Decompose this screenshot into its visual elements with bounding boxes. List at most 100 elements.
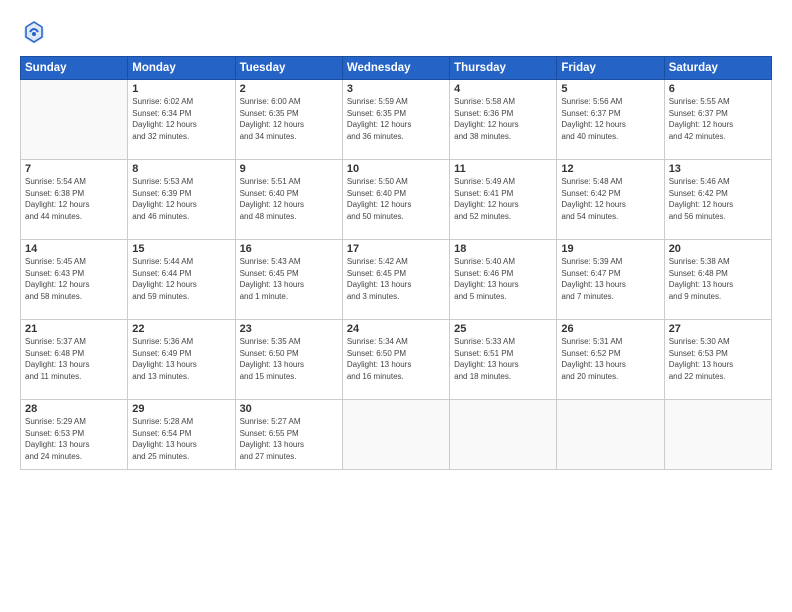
calendar-cell: 18Sunrise: 5:40 AM Sunset: 6:46 PM Dayli… bbox=[450, 240, 557, 320]
calendar-cell: 8Sunrise: 5:53 AM Sunset: 6:39 PM Daylig… bbox=[128, 160, 235, 240]
calendar-cell: 29Sunrise: 5:28 AM Sunset: 6:54 PM Dayli… bbox=[128, 400, 235, 470]
calendar-cell: 17Sunrise: 5:42 AM Sunset: 6:45 PM Dayli… bbox=[342, 240, 449, 320]
day-info: Sunrise: 5:27 AM Sunset: 6:55 PM Dayligh… bbox=[240, 416, 338, 462]
day-info: Sunrise: 5:42 AM Sunset: 6:45 PM Dayligh… bbox=[347, 256, 445, 302]
calendar-week-row: 1Sunrise: 6:02 AM Sunset: 6:34 PM Daylig… bbox=[21, 80, 772, 160]
calendar-cell: 28Sunrise: 5:29 AM Sunset: 6:53 PM Dayli… bbox=[21, 400, 128, 470]
calendar-week-row: 21Sunrise: 5:37 AM Sunset: 6:48 PM Dayli… bbox=[21, 320, 772, 400]
logo bbox=[20, 18, 52, 46]
day-number: 4 bbox=[454, 83, 552, 95]
weekday-header-friday: Friday bbox=[557, 57, 664, 80]
day-number: 18 bbox=[454, 243, 552, 255]
day-info: Sunrise: 5:46 AM Sunset: 6:42 PM Dayligh… bbox=[669, 176, 767, 222]
calendar-cell: 4Sunrise: 5:58 AM Sunset: 6:36 PM Daylig… bbox=[450, 80, 557, 160]
calendar-cell: 2Sunrise: 6:00 AM Sunset: 6:35 PM Daylig… bbox=[235, 80, 342, 160]
day-info: Sunrise: 5:39 AM Sunset: 6:47 PM Dayligh… bbox=[561, 256, 659, 302]
weekday-header-monday: Monday bbox=[128, 57, 235, 80]
calendar-cell: 14Sunrise: 5:45 AM Sunset: 6:43 PM Dayli… bbox=[21, 240, 128, 320]
calendar-cell: 24Sunrise: 5:34 AM Sunset: 6:50 PM Dayli… bbox=[342, 320, 449, 400]
day-number: 21 bbox=[25, 323, 123, 335]
day-info: Sunrise: 5:29 AM Sunset: 6:53 PM Dayligh… bbox=[25, 416, 123, 462]
day-info: Sunrise: 5:31 AM Sunset: 6:52 PM Dayligh… bbox=[561, 336, 659, 382]
weekday-header-saturday: Saturday bbox=[664, 57, 771, 80]
calendar-cell: 21Sunrise: 5:37 AM Sunset: 6:48 PM Dayli… bbox=[21, 320, 128, 400]
calendar-cell: 20Sunrise: 5:38 AM Sunset: 6:48 PM Dayli… bbox=[664, 240, 771, 320]
calendar-cell: 12Sunrise: 5:48 AM Sunset: 6:42 PM Dayli… bbox=[557, 160, 664, 240]
day-info: Sunrise: 5:55 AM Sunset: 6:37 PM Dayligh… bbox=[669, 96, 767, 142]
page-header bbox=[20, 18, 772, 46]
day-number: 29 bbox=[132, 403, 230, 415]
day-info: Sunrise: 6:00 AM Sunset: 6:35 PM Dayligh… bbox=[240, 96, 338, 142]
day-number: 7 bbox=[25, 163, 123, 175]
day-info: Sunrise: 5:44 AM Sunset: 6:44 PM Dayligh… bbox=[132, 256, 230, 302]
day-info: Sunrise: 5:40 AM Sunset: 6:46 PM Dayligh… bbox=[454, 256, 552, 302]
day-number: 19 bbox=[561, 243, 659, 255]
calendar-week-row: 7Sunrise: 5:54 AM Sunset: 6:38 PM Daylig… bbox=[21, 160, 772, 240]
day-info: Sunrise: 5:28 AM Sunset: 6:54 PM Dayligh… bbox=[132, 416, 230, 462]
calendar-cell: 9Sunrise: 5:51 AM Sunset: 6:40 PM Daylig… bbox=[235, 160, 342, 240]
logo-icon bbox=[20, 18, 48, 46]
day-info: Sunrise: 5:59 AM Sunset: 6:35 PM Dayligh… bbox=[347, 96, 445, 142]
day-number: 12 bbox=[561, 163, 659, 175]
day-info: Sunrise: 5:45 AM Sunset: 6:43 PM Dayligh… bbox=[25, 256, 123, 302]
day-number: 6 bbox=[669, 83, 767, 95]
day-number: 17 bbox=[347, 243, 445, 255]
calendar-cell: 30Sunrise: 5:27 AM Sunset: 6:55 PM Dayli… bbox=[235, 400, 342, 470]
day-number: 22 bbox=[132, 323, 230, 335]
day-info: Sunrise: 5:30 AM Sunset: 6:53 PM Dayligh… bbox=[669, 336, 767, 382]
calendar-cell: 19Sunrise: 5:39 AM Sunset: 6:47 PM Dayli… bbox=[557, 240, 664, 320]
calendar-cell: 15Sunrise: 5:44 AM Sunset: 6:44 PM Dayli… bbox=[128, 240, 235, 320]
day-info: Sunrise: 5:49 AM Sunset: 6:41 PM Dayligh… bbox=[454, 176, 552, 222]
calendar-table: SundayMondayTuesdayWednesdayThursdayFrid… bbox=[20, 56, 772, 470]
day-info: Sunrise: 5:35 AM Sunset: 6:50 PM Dayligh… bbox=[240, 336, 338, 382]
calendar-cell bbox=[342, 400, 449, 470]
weekday-header-sunday: Sunday bbox=[21, 57, 128, 80]
day-number: 8 bbox=[132, 163, 230, 175]
day-info: Sunrise: 6:02 AM Sunset: 6:34 PM Dayligh… bbox=[132, 96, 230, 142]
weekday-header-row: SundayMondayTuesdayWednesdayThursdayFrid… bbox=[21, 57, 772, 80]
calendar-cell bbox=[664, 400, 771, 470]
day-number: 24 bbox=[347, 323, 445, 335]
day-info: Sunrise: 5:34 AM Sunset: 6:50 PM Dayligh… bbox=[347, 336, 445, 382]
day-info: Sunrise: 5:54 AM Sunset: 6:38 PM Dayligh… bbox=[25, 176, 123, 222]
day-info: Sunrise: 5:51 AM Sunset: 6:40 PM Dayligh… bbox=[240, 176, 338, 222]
day-info: Sunrise: 5:43 AM Sunset: 6:45 PM Dayligh… bbox=[240, 256, 338, 302]
day-number: 23 bbox=[240, 323, 338, 335]
day-number: 30 bbox=[240, 403, 338, 415]
day-info: Sunrise: 5:38 AM Sunset: 6:48 PM Dayligh… bbox=[669, 256, 767, 302]
day-info: Sunrise: 5:48 AM Sunset: 6:42 PM Dayligh… bbox=[561, 176, 659, 222]
calendar-cell: 5Sunrise: 5:56 AM Sunset: 6:37 PM Daylig… bbox=[557, 80, 664, 160]
calendar-cell bbox=[557, 400, 664, 470]
day-number: 1 bbox=[132, 83, 230, 95]
calendar-cell: 7Sunrise: 5:54 AM Sunset: 6:38 PM Daylig… bbox=[21, 160, 128, 240]
calendar-cell: 10Sunrise: 5:50 AM Sunset: 6:40 PM Dayli… bbox=[342, 160, 449, 240]
day-info: Sunrise: 5:53 AM Sunset: 6:39 PM Dayligh… bbox=[132, 176, 230, 222]
day-number: 16 bbox=[240, 243, 338, 255]
calendar-cell: 16Sunrise: 5:43 AM Sunset: 6:45 PM Dayli… bbox=[235, 240, 342, 320]
calendar-cell: 27Sunrise: 5:30 AM Sunset: 6:53 PM Dayli… bbox=[664, 320, 771, 400]
calendar-cell: 26Sunrise: 5:31 AM Sunset: 6:52 PM Dayli… bbox=[557, 320, 664, 400]
calendar-cell bbox=[21, 80, 128, 160]
day-info: Sunrise: 5:37 AM Sunset: 6:48 PM Dayligh… bbox=[25, 336, 123, 382]
day-number: 27 bbox=[669, 323, 767, 335]
day-number: 9 bbox=[240, 163, 338, 175]
calendar-cell bbox=[450, 400, 557, 470]
day-info: Sunrise: 5:33 AM Sunset: 6:51 PM Dayligh… bbox=[454, 336, 552, 382]
day-number: 13 bbox=[669, 163, 767, 175]
day-number: 11 bbox=[454, 163, 552, 175]
calendar-cell: 22Sunrise: 5:36 AM Sunset: 6:49 PM Dayli… bbox=[128, 320, 235, 400]
day-info: Sunrise: 5:36 AM Sunset: 6:49 PM Dayligh… bbox=[132, 336, 230, 382]
day-number: 3 bbox=[347, 83, 445, 95]
weekday-header-wednesday: Wednesday bbox=[342, 57, 449, 80]
calendar-week-row: 14Sunrise: 5:45 AM Sunset: 6:43 PM Dayli… bbox=[21, 240, 772, 320]
calendar-cell: 13Sunrise: 5:46 AM Sunset: 6:42 PM Dayli… bbox=[664, 160, 771, 240]
day-number: 26 bbox=[561, 323, 659, 335]
calendar-cell: 11Sunrise: 5:49 AM Sunset: 6:41 PM Dayli… bbox=[450, 160, 557, 240]
calendar-cell: 6Sunrise: 5:55 AM Sunset: 6:37 PM Daylig… bbox=[664, 80, 771, 160]
day-number: 15 bbox=[132, 243, 230, 255]
weekday-header-thursday: Thursday bbox=[450, 57, 557, 80]
weekday-header-tuesday: Tuesday bbox=[235, 57, 342, 80]
day-number: 5 bbox=[561, 83, 659, 95]
calendar-cell: 3Sunrise: 5:59 AM Sunset: 6:35 PM Daylig… bbox=[342, 80, 449, 160]
day-number: 2 bbox=[240, 83, 338, 95]
